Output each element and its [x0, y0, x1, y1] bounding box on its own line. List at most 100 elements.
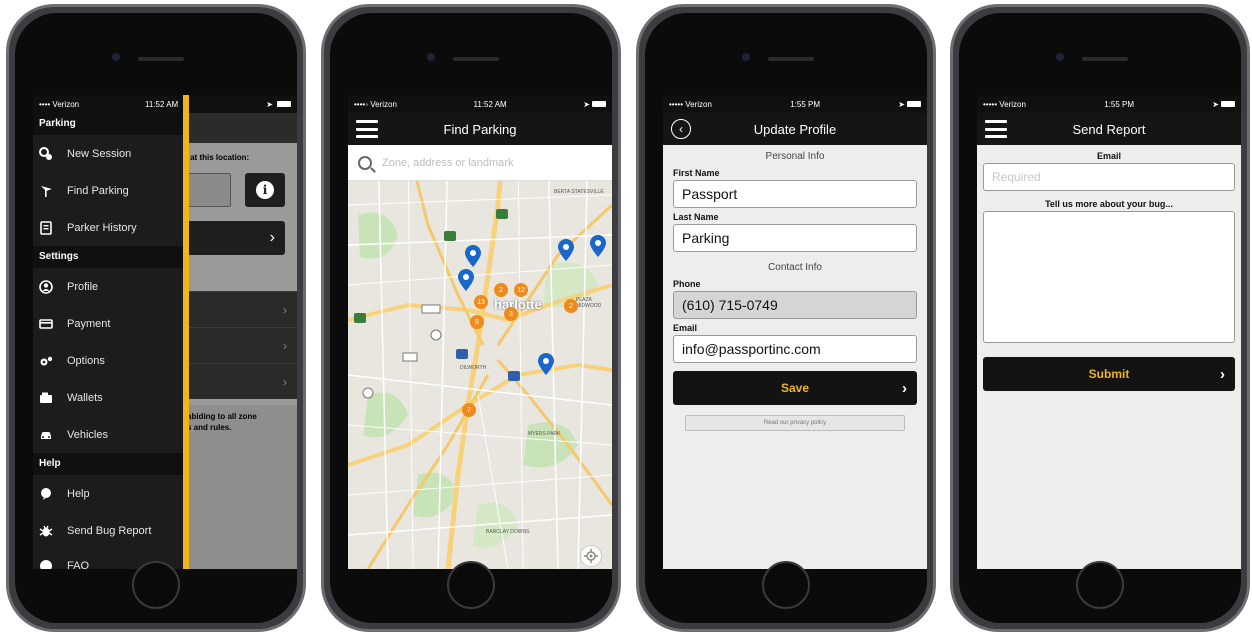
background-note-text: abiding to all zone s and rules. [187, 412, 257, 432]
carrier-label: ••••◦ Verizon [354, 99, 397, 109]
cluster-count: 3 [509, 310, 513, 318]
time-label: 11:52 AM [473, 99, 507, 109]
map-label-statesville: BERTA STATESVILLE [554, 189, 604, 195]
menu-item-help[interactable]: Help [33, 475, 183, 512]
nav-bar: ‹ Update Profile [663, 113, 927, 145]
phone-frame-send-report: ••••• Verizon 1:55 PM ➤ Send Report Emai… [950, 4, 1250, 632]
time-label: 11:52 AM [145, 99, 179, 109]
menu-item-parker-history[interactable]: Parker History [33, 209, 183, 246]
search-input[interactable]: Zone, address or landmark [382, 157, 513, 169]
menu-section-help: Help [33, 453, 183, 475]
email-field[interactable]: Required [983, 163, 1235, 191]
menu-item-label: Help [67, 487, 90, 500]
map-canvas [348, 145, 612, 569]
time-label: 1:55 PM [1104, 99, 1134, 109]
phone-bezel: ••••• Verizon 1:55 PM ➤ ‹ Update Profile… [645, 13, 927, 623]
parking-cluster-marker[interactable]: 12 [514, 283, 528, 297]
chevron-right-icon: › [1220, 365, 1225, 383]
background-action-button[interactable]: › [183, 221, 285, 255]
carrier-label: •••• Verizon [39, 99, 80, 109]
flag-icon [39, 184, 53, 198]
map-label-barclay-downs: BARCLAY DOWNS [486, 529, 530, 535]
menu-item-profile[interactable]: Profile [33, 268, 183, 305]
phone-bezel: ••••◦ Verizon 11:52 AM ➤ Find Parking ha… [330, 13, 612, 623]
background-row[interactable]: › [183, 327, 297, 363]
email-label: Email [1096, 151, 1121, 161]
battery-icon [1220, 101, 1235, 107]
phone-bezel: ••••• Verizon 1:55 PM ➤ Send Report Emai… [959, 13, 1241, 623]
background-input-box [183, 173, 231, 207]
page-title: Send Report [1072, 121, 1146, 137]
faq-icon [39, 559, 53, 569]
background-row[interactable]: › [183, 291, 297, 327]
status-icons: ➤ [583, 100, 606, 109]
wallet-icon [39, 391, 53, 405]
background-row[interactable]: › [183, 363, 297, 399]
parking-cluster-marker[interactable]: 2 [564, 299, 578, 313]
nav-bar: Send Report [977, 113, 1241, 145]
menu-item-options[interactable]: Options [33, 342, 183, 379]
car-icon [39, 428, 53, 442]
location-arrow-icon: ➤ [266, 99, 273, 109]
bug-description-textarea[interactable] [983, 211, 1235, 343]
parking-session-icon [39, 146, 53, 161]
map-view[interactable]: harlotte DILWORTH MYERS PARK BARCLAY DOW… [348, 145, 612, 569]
map-label-plaza-midwood: PLAZA MIDWOOD [576, 297, 602, 309]
menu-item-new-session[interactable]: New Session [33, 135, 183, 172]
menu-item-payment[interactable]: Payment [33, 305, 183, 342]
status-icons: ➤ [1212, 100, 1235, 109]
menu-item-find-parking[interactable]: Find Parking [33, 172, 183, 209]
hamburger-menu-icon[interactable] [985, 119, 1007, 139]
personal-info-heading: Personal Info [765, 151, 825, 162]
first-name-field[interactable]: Passport [673, 180, 917, 208]
parking-cluster-marker[interactable]: 7 [462, 403, 476, 417]
parking-cluster-marker[interactable]: 2 [494, 283, 508, 297]
camera-icon [427, 53, 435, 61]
submit-button[interactable]: Submit › [983, 357, 1235, 391]
map-label-myers-park: MYERS PARK [528, 431, 561, 437]
map-pin-icon[interactable] [590, 235, 606, 257]
map-pin-icon[interactable] [538, 353, 554, 375]
search-bar[interactable]: Zone, address or landmark [348, 145, 612, 181]
home-button[interactable] [762, 561, 810, 609]
info-button[interactable]: i [245, 173, 285, 207]
parking-cluster-marker[interactable]: 13 [474, 295, 488, 309]
locate-me-icon[interactable] [580, 545, 602, 567]
home-button[interactable] [447, 561, 495, 609]
map-label-dilworth: DILWORTH [460, 365, 487, 371]
cluster-count: 12 [517, 286, 525, 294]
chevron-right-icon: › [902, 379, 907, 397]
receipt-icon [39, 220, 53, 235]
save-button[interactable]: Save › [673, 371, 917, 405]
last-name-field[interactable]: Parking [673, 224, 917, 252]
privacy-policy-link[interactable]: Read our privacy policy [685, 415, 905, 431]
phone-frame-find-parking: ••••◦ Verizon 11:52 AM ➤ Find Parking ha… [321, 4, 621, 632]
menu-item-vehicles[interactable]: Vehicles [33, 416, 183, 453]
map-pin-icon[interactable] [465, 245, 481, 267]
menu-section-parking: Parking [33, 113, 183, 135]
menu-item-label: New Session [67, 147, 132, 160]
hamburger-menu-icon[interactable] [356, 119, 378, 139]
carrier-label: ••••• Verizon [669, 99, 712, 109]
location-arrow-icon: ➤ [898, 99, 905, 109]
menu-item-wallets[interactable]: Wallets [33, 379, 183, 416]
last-name-label: Last Name [673, 212, 719, 222]
parking-cluster-marker[interactable]: 8 [470, 315, 484, 329]
parking-cluster-marker[interactable]: 3 [504, 307, 518, 321]
find-parking-screen: ••••◦ Verizon 11:52 AM ➤ Find Parking ha… [348, 95, 612, 569]
map-pin-icon[interactable] [458, 269, 474, 291]
back-icon[interactable]: ‹ [671, 119, 691, 139]
speaker-grille [453, 57, 499, 61]
cluster-count: 2 [499, 286, 503, 294]
menu-item-send-bug-report[interactable]: Send Bug Report [33, 512, 183, 549]
map-pin-icon[interactable] [558, 239, 574, 261]
email-field[interactable]: info@passportinc.com [673, 335, 917, 363]
menu-item-label: Wallets [67, 391, 103, 404]
status-bar-right: ➤ [189, 95, 297, 113]
home-button[interactable] [1076, 561, 1124, 609]
credit-card-icon [39, 317, 53, 331]
page-title: Find Parking [443, 121, 517, 137]
page-title: Update Profile [753, 121, 837, 137]
home-button[interactable] [132, 561, 180, 609]
phone-frame-update-profile: ••••• Verizon 1:55 PM ➤ ‹ Update Profile… [636, 4, 936, 632]
